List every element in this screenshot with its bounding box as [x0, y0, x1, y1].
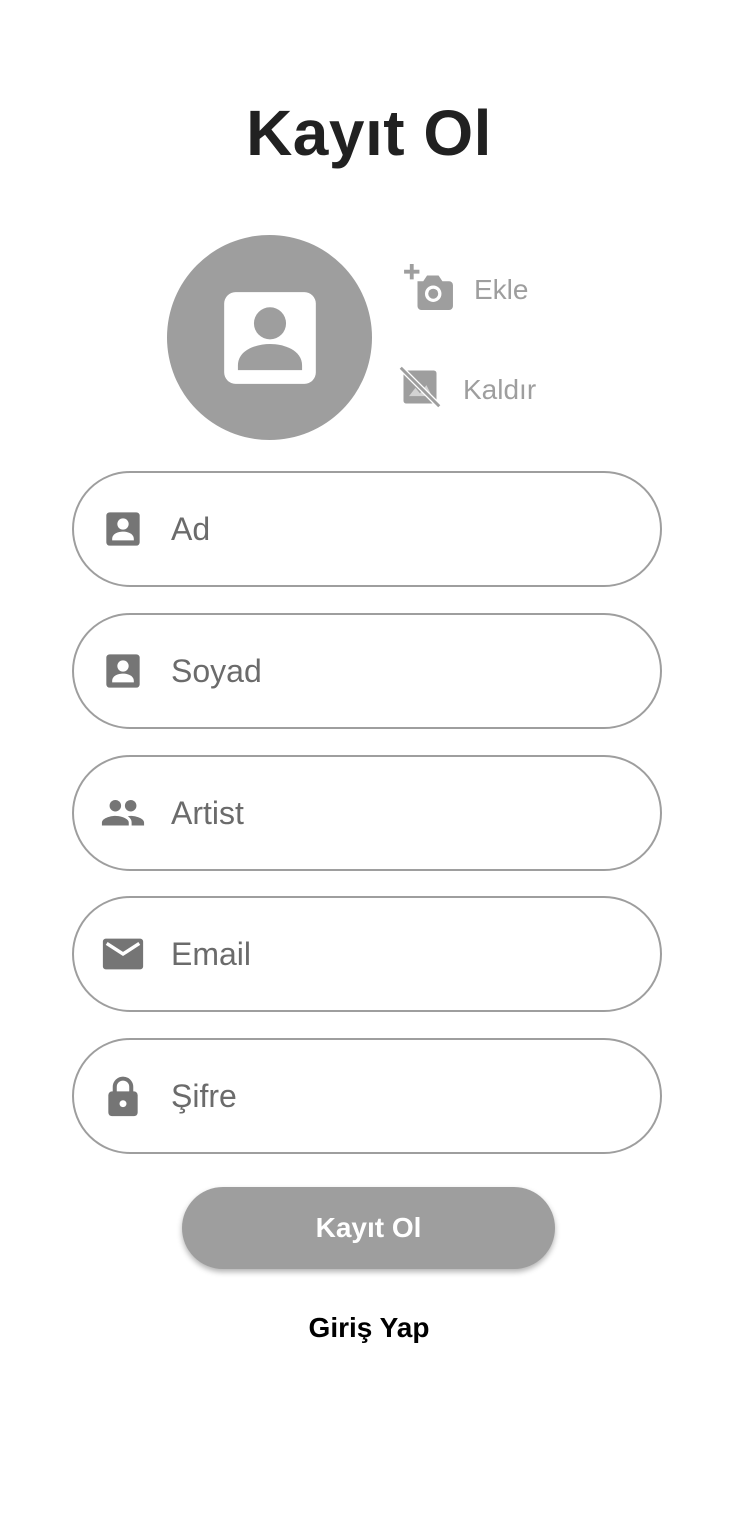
- people-icon: [99, 789, 147, 837]
- remove-photo-label: Kaldır: [463, 373, 537, 405]
- password-input[interactable]: [171, 1077, 611, 1115]
- remove-photo-button[interactable]: Kaldır: [398, 364, 536, 415]
- register-button[interactable]: Kayıt Ol: [182, 1187, 555, 1269]
- email-icon: [99, 930, 147, 978]
- add-photo-button[interactable]: Ekle: [404, 264, 528, 315]
- first-name-field[interactable]: [72, 471, 662, 587]
- avatar[interactable]: [167, 235, 372, 440]
- email-field[interactable]: [72, 896, 662, 1012]
- artist-input[interactable]: [171, 794, 611, 832]
- add-photo-label: Ekle: [474, 273, 529, 305]
- page-title: Kayıt Ol: [246, 97, 492, 169]
- account-box-icon: [99, 647, 147, 695]
- last-name-field[interactable]: [72, 613, 662, 729]
- password-field[interactable]: [72, 1038, 662, 1154]
- email-input[interactable]: [171, 935, 611, 973]
- hide-image-icon: [398, 364, 442, 415]
- account-box-icon: [99, 505, 147, 553]
- login-link[interactable]: Giriş Yap: [0, 1312, 738, 1344]
- first-name-input[interactable]: [171, 510, 611, 548]
- add-a-photo-icon: [404, 264, 454, 315]
- artist-field[interactable]: [72, 755, 662, 871]
- account-box-icon: [215, 283, 325, 393]
- lock-icon: [99, 1072, 147, 1120]
- last-name-input[interactable]: [171, 652, 611, 690]
